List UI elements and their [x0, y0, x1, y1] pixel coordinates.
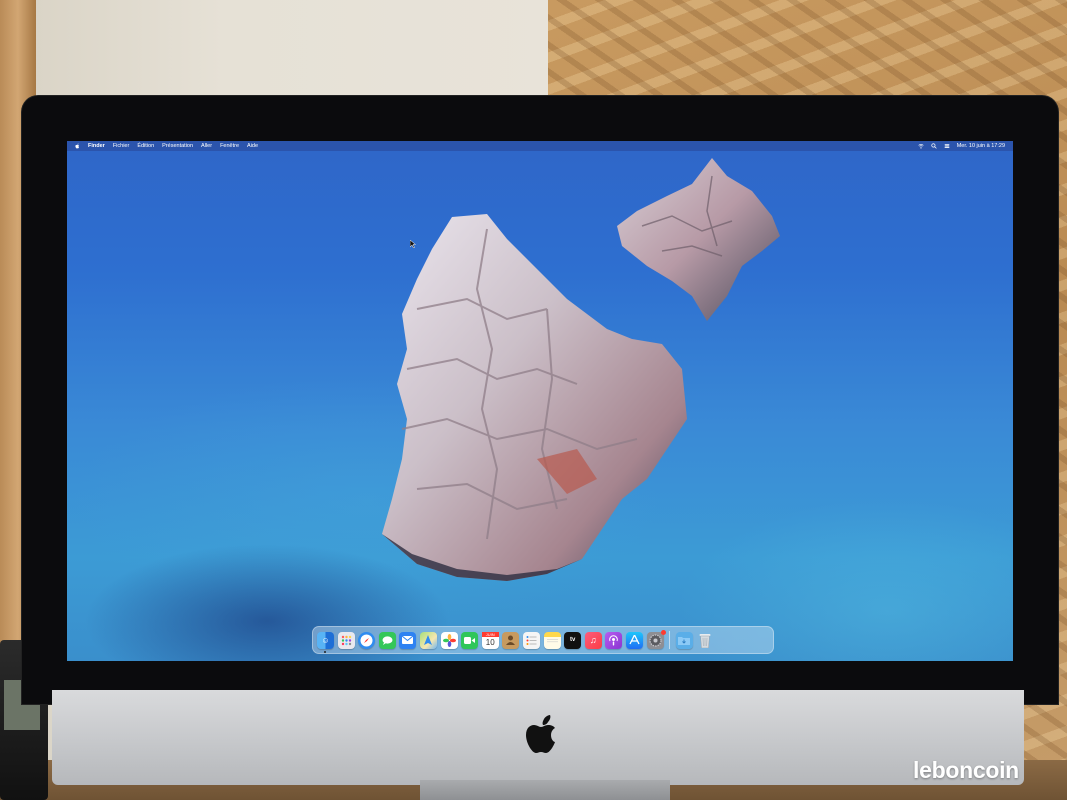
- facetime-icon[interactable]: [461, 631, 479, 649]
- mail-icon[interactable]: [399, 631, 417, 649]
- messages-icon[interactable]: [378, 631, 396, 649]
- menu-finder[interactable]: Finder: [88, 141, 105, 151]
- dock-separator: [669, 631, 671, 649]
- maps-icon[interactable]: [419, 631, 437, 649]
- menu-fenetre[interactable]: Fenêtre: [220, 141, 239, 151]
- apple-logo-icon: [526, 715, 555, 753]
- reminders-icon[interactable]: [522, 631, 540, 649]
- imac-stand: [420, 780, 670, 800]
- dock: ☺ JUIN 10 tv ♫: [312, 626, 774, 654]
- menu-bar: Finder Fichier Édition Présentation Alle…: [67, 141, 1013, 151]
- podcasts-icon[interactable]: [605, 631, 623, 649]
- desktop-screen: Finder Fichier Édition Présentation Alle…: [67, 141, 1013, 661]
- menu-aller[interactable]: Aller: [201, 141, 212, 151]
- finder-icon[interactable]: ☺: [317, 631, 334, 653]
- calendar-icon[interactable]: JUIN 10: [481, 631, 499, 649]
- leboncoin-watermark: leboncoin: [913, 757, 1019, 783]
- photos-icon[interactable]: [440, 631, 458, 649]
- trash-icon[interactable]: [696, 632, 713, 649]
- control-center-icon[interactable]: [944, 143, 950, 149]
- system-preferences-icon[interactable]: [646, 629, 666, 649]
- notes-icon[interactable]: [543, 631, 561, 649]
- safari-icon[interactable]: [358, 631, 376, 649]
- menu-bar-clock[interactable]: Mer. 10 juin à 17:29: [957, 141, 1005, 151]
- downloads-folder-icon[interactable]: [675, 631, 693, 649]
- menu-aide[interactable]: Aide: [247, 141, 258, 151]
- contacts-icon[interactable]: [502, 631, 520, 649]
- menu-edition[interactable]: Édition: [137, 141, 154, 151]
- launchpad-icon[interactable]: [337, 631, 355, 649]
- app-store-icon[interactable]: [625, 631, 643, 649]
- wifi-icon[interactable]: [918, 143, 924, 149]
- wallpaper-large-rock: [382, 214, 687, 581]
- music-icon[interactable]: ♫: [584, 631, 602, 649]
- spotlight-search-icon[interactable]: [931, 143, 937, 149]
- menu-presentation[interactable]: Présentation: [162, 141, 193, 151]
- calendar-day-label: 10: [485, 637, 495, 647]
- menu-fichier[interactable]: Fichier: [113, 141, 130, 151]
- apple-menu-icon[interactable]: [75, 143, 80, 149]
- notification-badge: [660, 629, 666, 635]
- mouse-cursor-icon: [410, 240, 416, 248]
- tv-icon[interactable]: tv: [564, 631, 582, 649]
- menu-bar-status-area: Mer. 10 juin à 17:29: [918, 141, 1005, 151]
